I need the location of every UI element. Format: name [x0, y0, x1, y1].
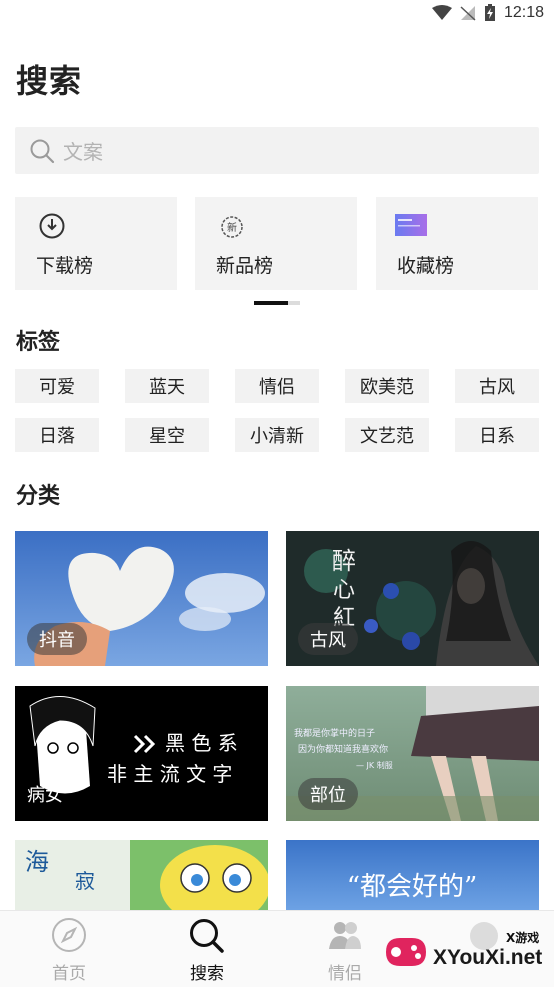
svg-text:海: 海 [25, 848, 49, 876]
svg-text:非 主 流 文 字: 非 主 流 文 字 [107, 762, 232, 786]
svg-text:心: 心 [333, 578, 355, 603]
nav-label: 情侣 [328, 964, 362, 984]
svg-text:“都会好的”: “都会好的” [347, 872, 478, 902]
svg-text:黑 色 系: 黑 色 系 [165, 731, 238, 755]
ranking-download-card[interactable]: 下载榜 [15, 197, 177, 290]
category-label: 部位 [298, 778, 358, 810]
watermark-site: XYouXi.net [433, 946, 543, 969]
tags-section-title: 标签 [16, 330, 61, 355]
compass-icon [52, 918, 86, 952]
tag-chip[interactable]: 欧美范 [345, 369, 429, 403]
category-image: 海 寂 [15, 840, 268, 910]
category-card-douyin[interactable]: 抖音 [15, 531, 268, 666]
watermark-badge: X游戏 [506, 931, 540, 945]
svg-text:— JK 制服: — JK 制服 [356, 760, 393, 770]
ranking-new-card[interactable]: 新 新品榜 [195, 197, 357, 290]
category-section-title: 分类 [16, 484, 61, 509]
collection-thumbnail-icon [395, 214, 427, 236]
ranking-collection-card[interactable]: 收藏榜 [376, 197, 538, 290]
status-bar: 12:18 [0, 0, 554, 30]
nav-item-couple[interactable]: 情侣 [300, 917, 390, 984]
svg-text:因为你都知道我喜欢你: 因为你都知道我喜欢你 [298, 743, 388, 755]
status-icons: 12:18 [431, 4, 544, 22]
wifi-icon [431, 5, 452, 20]
category-card-bingnv[interactable]: 黑 色 系 非 主 流 文 字 病女 [15, 686, 268, 821]
category-card-buwei[interactable]: 我都是你掌中的日子 因为你都知道我喜欢你 — JK 制服 部位 [286, 686, 539, 821]
tag-chip[interactable]: 蓝天 [125, 369, 209, 403]
carousel-indicator [254, 301, 300, 305]
tag-chip[interactable]: 日落 [15, 418, 99, 452]
tag-chip[interactable]: 古风 [455, 369, 539, 403]
carousel-indicator-active [254, 301, 288, 305]
category-card-gufeng[interactable]: 醉 心 紅 古风 [286, 531, 539, 666]
svg-text:寂: 寂 [75, 869, 95, 893]
ranking-label: 下载榜 [36, 255, 94, 277]
tag-chip[interactable]: 情侣 [235, 369, 319, 403]
search-input[interactable]: 文案 [15, 127, 539, 174]
category-label: 病女 [27, 785, 63, 806]
tag-chip[interactable]: 可爱 [15, 369, 99, 403]
category-card-5[interactable]: 海 寂 [15, 840, 268, 910]
ranking-label: 收藏榜 [397, 255, 455, 277]
svg-text:醉: 醉 [332, 547, 356, 575]
status-time: 12:18 [503, 4, 544, 21]
page-title: 搜索 [16, 62, 83, 100]
battery-icon [484, 4, 495, 21]
nav-label: 首页 [52, 964, 86, 984]
download-clock-icon [39, 213, 65, 239]
nav-label: 搜索 [190, 964, 224, 984]
new-badge-icon: 新 [221, 216, 243, 238]
category-label: 抖音 [27, 623, 87, 655]
search-icon [30, 139, 55, 163]
svg-text:我都是你掌中的日子: 我都是你掌中的日子 [294, 727, 375, 739]
svg-text:新: 新 [227, 221, 237, 234]
search-icon [190, 919, 224, 953]
tag-chip[interactable]: 日系 [455, 418, 539, 452]
category-label: 古风 [298, 623, 358, 655]
search-placeholder: 文案 [63, 140, 103, 164]
no-signal-icon [460, 6, 476, 21]
category-image: “都会好的” [286, 840, 539, 910]
couple-icon [329, 922, 361, 949]
tag-chip[interactable]: 星空 [125, 418, 209, 452]
category-card-6[interactable]: “都会好的” [286, 840, 539, 910]
nav-item-home[interactable]: 首页 [24, 917, 114, 984]
nav-item-search[interactable]: 搜索 [162, 917, 252, 984]
tag-chip[interactable]: 文艺范 [345, 418, 429, 452]
ranking-label: 新品榜 [216, 255, 274, 277]
tag-chip[interactable]: 小清新 [235, 418, 319, 452]
